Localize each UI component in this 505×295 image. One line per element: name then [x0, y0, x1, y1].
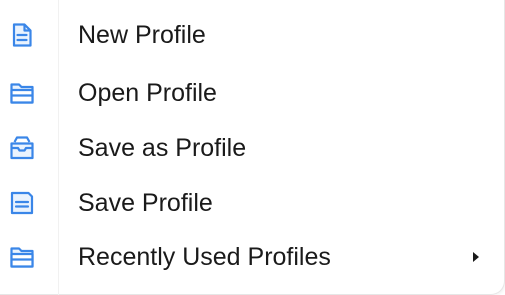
menu-item-save-as-profile[interactable]: Save as Profile — [0, 121, 505, 175]
menu-item-open-profile[interactable]: Open Profile — [0, 66, 505, 120]
menu-item-label: Recently Used Profiles — [78, 243, 331, 271]
profile-context-menu: New Profile Open Profile Save as Profile — [0, 0, 505, 295]
menu-item-label: New Profile — [78, 21, 206, 49]
menu-item-label: Save Profile — [78, 189, 213, 217]
save-disk-icon — [9, 190, 35, 216]
recent-folder-icon — [9, 244, 35, 270]
open-folder-icon — [9, 80, 35, 106]
menu-item-label: Save as Profile — [78, 134, 247, 162]
new-document-icon — [9, 22, 35, 48]
menu-item-recently-used-profiles[interactable]: Recently Used Profiles — [0, 230, 505, 284]
menu-item-new-profile[interactable]: New Profile — [0, 8, 505, 62]
menu-item-label: Open Profile — [78, 79, 217, 107]
menu-item-save-profile[interactable]: Save Profile — [0, 176, 505, 230]
save-as-icon — [9, 135, 35, 161]
submenu-arrow-icon — [473, 252, 479, 262]
